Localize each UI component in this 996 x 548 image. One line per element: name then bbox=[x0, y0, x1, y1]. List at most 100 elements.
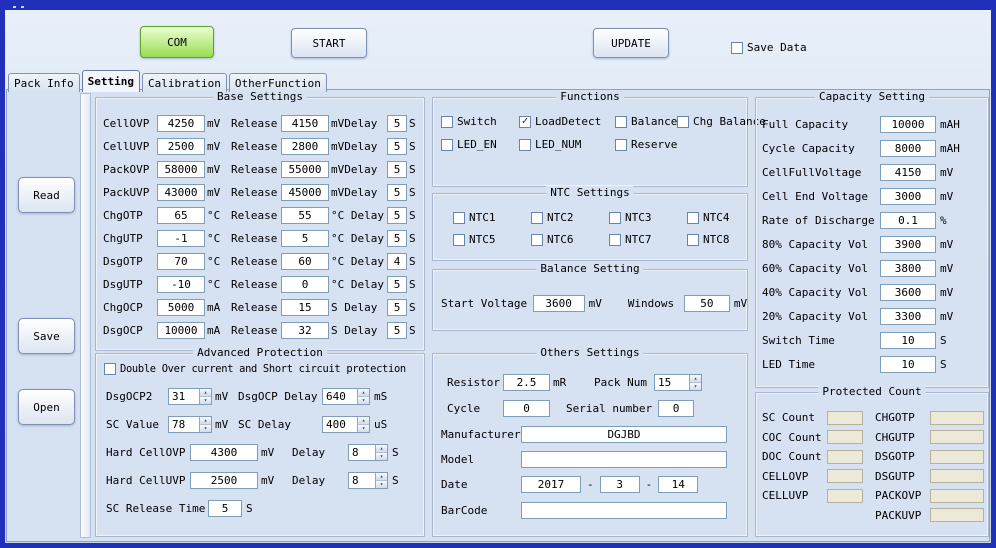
function-checkbox[interactable]: Switch bbox=[441, 115, 519, 128]
spinner-buttons[interactable]: ▴▾ bbox=[357, 417, 369, 432]
delay-input[interactable] bbox=[387, 253, 407, 270]
spinner-buttons[interactable]: ▴▾ bbox=[689, 375, 701, 390]
checkbox-box[interactable] bbox=[731, 42, 743, 54]
barcode-input[interactable] bbox=[521, 502, 727, 519]
spin-up-icon[interactable]: ▴ bbox=[376, 445, 387, 453]
delay-input[interactable] bbox=[387, 207, 407, 224]
date-year-input[interactable] bbox=[521, 476, 581, 493]
double-protection-checkbox[interactable]: Double Over current and Short circuit pr… bbox=[104, 363, 406, 375]
pack-num-input[interactable] bbox=[655, 375, 689, 390]
delay-input[interactable] bbox=[387, 299, 407, 316]
vertical-scrollbar[interactable] bbox=[80, 93, 91, 538]
value-input[interactable] bbox=[157, 230, 205, 247]
checkbox-box[interactable] bbox=[104, 363, 116, 375]
update-button[interactable]: UPDATE bbox=[593, 28, 669, 58]
com-button[interactable]: COM bbox=[140, 26, 214, 58]
delay-input[interactable] bbox=[387, 138, 407, 155]
value-input[interactable] bbox=[157, 276, 205, 293]
capacity-value-input[interactable] bbox=[880, 260, 936, 277]
open-button[interactable]: Open bbox=[18, 389, 75, 425]
function-checkbox[interactable]: LED_EN bbox=[441, 138, 519, 151]
hard-ovp-delay-spinner[interactable]: ▴▾ bbox=[348, 444, 388, 461]
capacity-value-input[interactable] bbox=[880, 332, 936, 349]
date-month-input[interactable] bbox=[600, 476, 640, 493]
ntc-checkbox[interactable]: NTC3 bbox=[609, 211, 687, 224]
spin-down-icon[interactable]: ▾ bbox=[200, 425, 211, 432]
checkbox-box[interactable] bbox=[687, 212, 699, 224]
ntc-checkbox[interactable]: NTC2 bbox=[531, 211, 609, 224]
model-input[interactable] bbox=[521, 451, 727, 468]
sc-delay-spinner[interactable]: ▴▾ bbox=[322, 416, 370, 433]
capacity-value-input[interactable] bbox=[880, 356, 936, 373]
capacity-value-input[interactable] bbox=[880, 236, 936, 253]
release-input[interactable] bbox=[281, 253, 329, 270]
release-input[interactable] bbox=[281, 276, 329, 293]
hard-ovp-delay-input[interactable] bbox=[349, 445, 375, 460]
checkbox-box[interactable] bbox=[519, 139, 531, 151]
capacity-value-input[interactable] bbox=[880, 308, 936, 325]
spinner-buttons[interactable]: ▴▾ bbox=[199, 417, 211, 432]
checkbox-box[interactable] bbox=[441, 116, 453, 128]
dsgocp-delay-spinner[interactable]: ▴▾ bbox=[322, 388, 370, 405]
value-input[interactable] bbox=[157, 138, 205, 155]
dsgocp-delay-input[interactable] bbox=[323, 389, 357, 404]
spin-up-icon[interactable]: ▴ bbox=[358, 389, 369, 397]
window-title-bar[interactable] bbox=[5, 5, 991, 10]
hard-cellovp-input[interactable] bbox=[190, 444, 258, 461]
save-data-checkbox[interactable]: Save Data bbox=[731, 41, 807, 54]
function-checkbox[interactable]: LED_NUM bbox=[519, 138, 615, 151]
ntc-checkbox[interactable]: NTC5 bbox=[453, 233, 531, 246]
function-checkbox[interactable]: ✓ LoadDetect bbox=[519, 115, 615, 128]
release-input[interactable] bbox=[281, 322, 329, 339]
ntc-checkbox[interactable]: NTC1 bbox=[453, 211, 531, 224]
serial-number-input[interactable] bbox=[658, 400, 694, 417]
date-day-input[interactable] bbox=[658, 476, 698, 493]
dsgocp2-spinner[interactable]: ▴▾ bbox=[168, 388, 212, 405]
dsgocp2-input[interactable] bbox=[169, 389, 199, 404]
checkbox-box[interactable] bbox=[615, 139, 627, 151]
release-input[interactable] bbox=[281, 161, 329, 178]
manufacturer-input[interactable] bbox=[521, 426, 727, 443]
spin-up-icon[interactable]: ▴ bbox=[376, 473, 387, 481]
hard-uvp-delay-input[interactable] bbox=[349, 473, 375, 488]
hard-uvp-delay-spinner[interactable]: ▴▾ bbox=[348, 472, 388, 489]
sc-value-input[interactable] bbox=[169, 417, 199, 432]
checkbox-box[interactable] bbox=[441, 139, 453, 151]
ntc-checkbox[interactable]: NTC6 bbox=[531, 233, 609, 246]
delay-input[interactable] bbox=[387, 115, 407, 132]
spin-up-icon[interactable]: ▴ bbox=[200, 389, 211, 397]
delay-input[interactable] bbox=[387, 161, 407, 178]
start-button[interactable]: START bbox=[291, 28, 367, 58]
checkbox-box[interactable] bbox=[615, 116, 627, 128]
spin-down-icon[interactable]: ▾ bbox=[358, 397, 369, 404]
capacity-value-input[interactable] bbox=[880, 284, 936, 301]
tab-calibration[interactable]: Calibration bbox=[142, 73, 227, 92]
spinner-buttons[interactable]: ▴▾ bbox=[375, 445, 387, 460]
checkbox-box[interactable] bbox=[609, 212, 621, 224]
release-input[interactable] bbox=[281, 230, 329, 247]
value-input[interactable] bbox=[157, 184, 205, 201]
tab-pack-info[interactable]: Pack Info bbox=[8, 73, 80, 92]
capacity-value-input[interactable] bbox=[880, 212, 936, 229]
checkbox-box[interactable] bbox=[677, 116, 689, 128]
tab-setting[interactable]: Setting bbox=[82, 70, 140, 92]
balance-window-input[interactable] bbox=[684, 295, 730, 312]
spin-down-icon[interactable]: ▾ bbox=[358, 425, 369, 432]
sc-delay-input[interactable] bbox=[323, 417, 357, 432]
spinner-buttons[interactable]: ▴▾ bbox=[357, 389, 369, 404]
release-input[interactable] bbox=[281, 138, 329, 155]
function-checkbox[interactable]: Chg Balance bbox=[677, 115, 766, 128]
spin-up-icon[interactable]: ▴ bbox=[358, 417, 369, 425]
release-input[interactable] bbox=[281, 184, 329, 201]
release-input[interactable] bbox=[281, 299, 329, 316]
delay-input[interactable] bbox=[387, 230, 407, 247]
spin-down-icon[interactable]: ▾ bbox=[376, 481, 387, 488]
capacity-value-input[interactable] bbox=[880, 188, 936, 205]
function-checkbox[interactable]: Reserve bbox=[615, 138, 677, 151]
hard-celluvp-input[interactable] bbox=[190, 472, 258, 489]
sc-release-input[interactable] bbox=[208, 500, 242, 517]
ntc-checkbox[interactable]: NTC7 bbox=[609, 233, 687, 246]
spin-down-icon[interactable]: ▾ bbox=[690, 383, 701, 390]
spin-down-icon[interactable]: ▾ bbox=[376, 453, 387, 460]
delay-input[interactable] bbox=[387, 184, 407, 201]
